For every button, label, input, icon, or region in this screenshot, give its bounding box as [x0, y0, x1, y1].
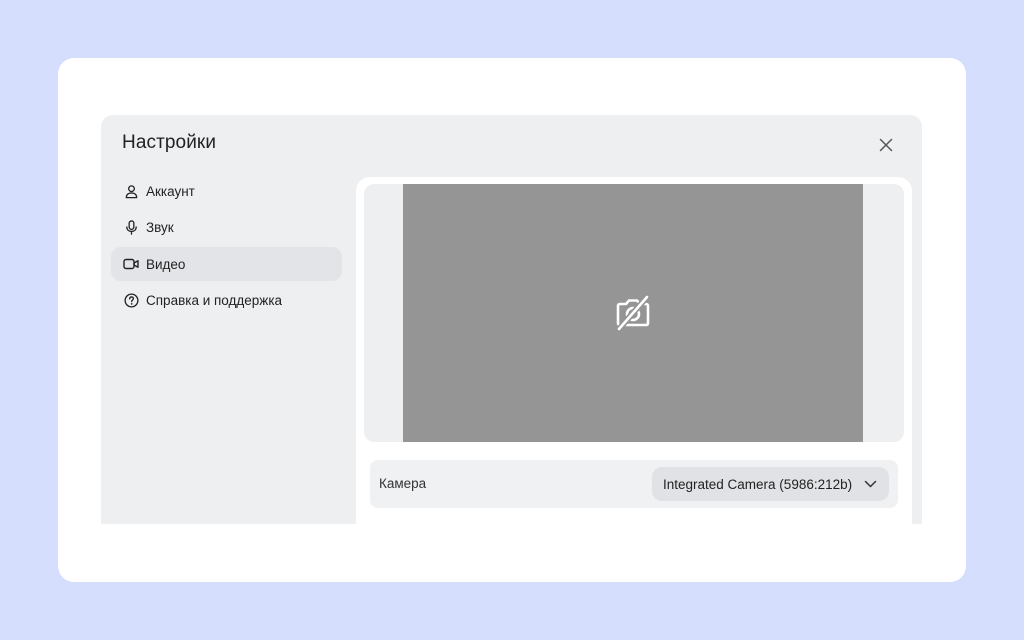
sidebar-item-label: Справка и поддержка	[146, 293, 283, 308]
video-preview	[403, 184, 863, 442]
video-settings-panel: Камера Integrated Camera (5986:212b)	[356, 177, 912, 524]
settings-sidebar: Аккаунт Звук Видео Справка и поддержка	[111, 174, 342, 320]
user-icon	[123, 183, 139, 199]
close-button[interactable]	[873, 132, 899, 158]
microphone-icon	[123, 220, 139, 236]
sidebar-item-help[interactable]: Справка и поддержка	[111, 284, 342, 318]
dialog-title: Настройки	[122, 132, 217, 153]
close-icon	[879, 138, 893, 152]
video-preview-frame	[364, 184, 904, 442]
camera-select-value: Integrated Camera (5986:212b)	[663, 476, 853, 492]
sidebar-item-label: Звук	[146, 220, 174, 235]
sidebar-item-account[interactable]: Аккаунт	[111, 174, 342, 208]
camera-off-icon	[616, 294, 650, 332]
camera-setting-row: Камера Integrated Camera (5986:212b)	[370, 460, 898, 508]
sidebar-item-label: Видео	[146, 256, 186, 272]
help-circle-icon	[123, 293, 139, 309]
camera-label: Камера	[379, 476, 427, 491]
sidebar-item-label: Аккаунт	[146, 183, 195, 199]
camera-select[interactable]: Integrated Camera (5986:212b)	[652, 467, 889, 501]
video-camera-icon	[123, 256, 139, 272]
sidebar-item-video[interactable]: Видео	[111, 247, 342, 281]
sidebar-item-sound[interactable]: Звук	[111, 211, 342, 245]
chevron-down-icon	[864, 480, 877, 488]
settings-dialog: Настройки Аккаунт Звук Видео Справка и п…	[101, 115, 922, 524]
